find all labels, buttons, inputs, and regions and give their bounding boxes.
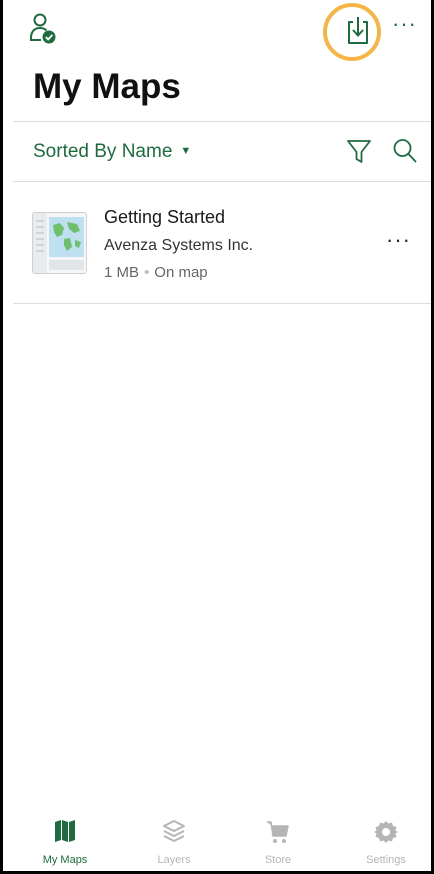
sort-dropdown[interactable]: Sorted By Name ▼ <box>33 139 191 164</box>
more-options-button[interactable]: ··· <box>392 13 417 35</box>
chevron-down-icon: ▼ <box>180 145 192 157</box>
bottom-tab-bar: My Maps Layers Store Settings <box>3 815 431 871</box>
cart-icon <box>267 821 289 843</box>
account-verified-icon[interactable] <box>29 12 57 46</box>
map-preview-image <box>33 213 86 273</box>
map-item-more-button[interactable]: ··· <box>386 229 411 251</box>
tab-layers[interactable]: Layers <box>120 815 228 871</box>
gear-icon <box>374 821 398 843</box>
map-size: 1 MB <box>104 264 140 281</box>
map-thumbnail <box>32 212 87 274</box>
map-list-item[interactable]: Getting Started Avenza Systems Inc. 1 MB… <box>3 185 431 303</box>
tab-label: Store <box>264 854 292 866</box>
filter-icon[interactable] <box>346 137 372 165</box>
app-screen: ··· My Maps Sorted By Name ▼ Getting Sta… <box>0 0 434 874</box>
divider <box>13 303 431 304</box>
tab-label: Layers <box>157 854 191 866</box>
map-status: On map <box>154 264 208 281</box>
tab-settings[interactable]: Settings <box>332 815 431 871</box>
map-title: Getting Started <box>104 207 226 227</box>
highlight-ring <box>323 3 381 61</box>
tab-label: My Maps <box>42 854 88 866</box>
tab-label: Settings <box>366 854 406 866</box>
sort-label: Sorted By Name <box>33 141 173 162</box>
map-author: Avenza Systems Inc. <box>104 237 254 254</box>
tab-store[interactable]: Store <box>224 815 332 871</box>
sort-filter-row: Sorted By Name ▼ <box>3 122 431 180</box>
tab-my-maps[interactable]: My Maps <box>11 815 119 871</box>
layers-icon <box>163 820 185 842</box>
divider <box>13 181 431 182</box>
meta-separator: • <box>144 264 150 281</box>
map-meta: 1 MB • On map <box>104 262 208 284</box>
page-title: My Maps <box>33 67 181 106</box>
top-bar: ··· My Maps <box>3 0 431 106</box>
search-icon[interactable] <box>392 137 418 165</box>
map-icon <box>55 820 75 842</box>
